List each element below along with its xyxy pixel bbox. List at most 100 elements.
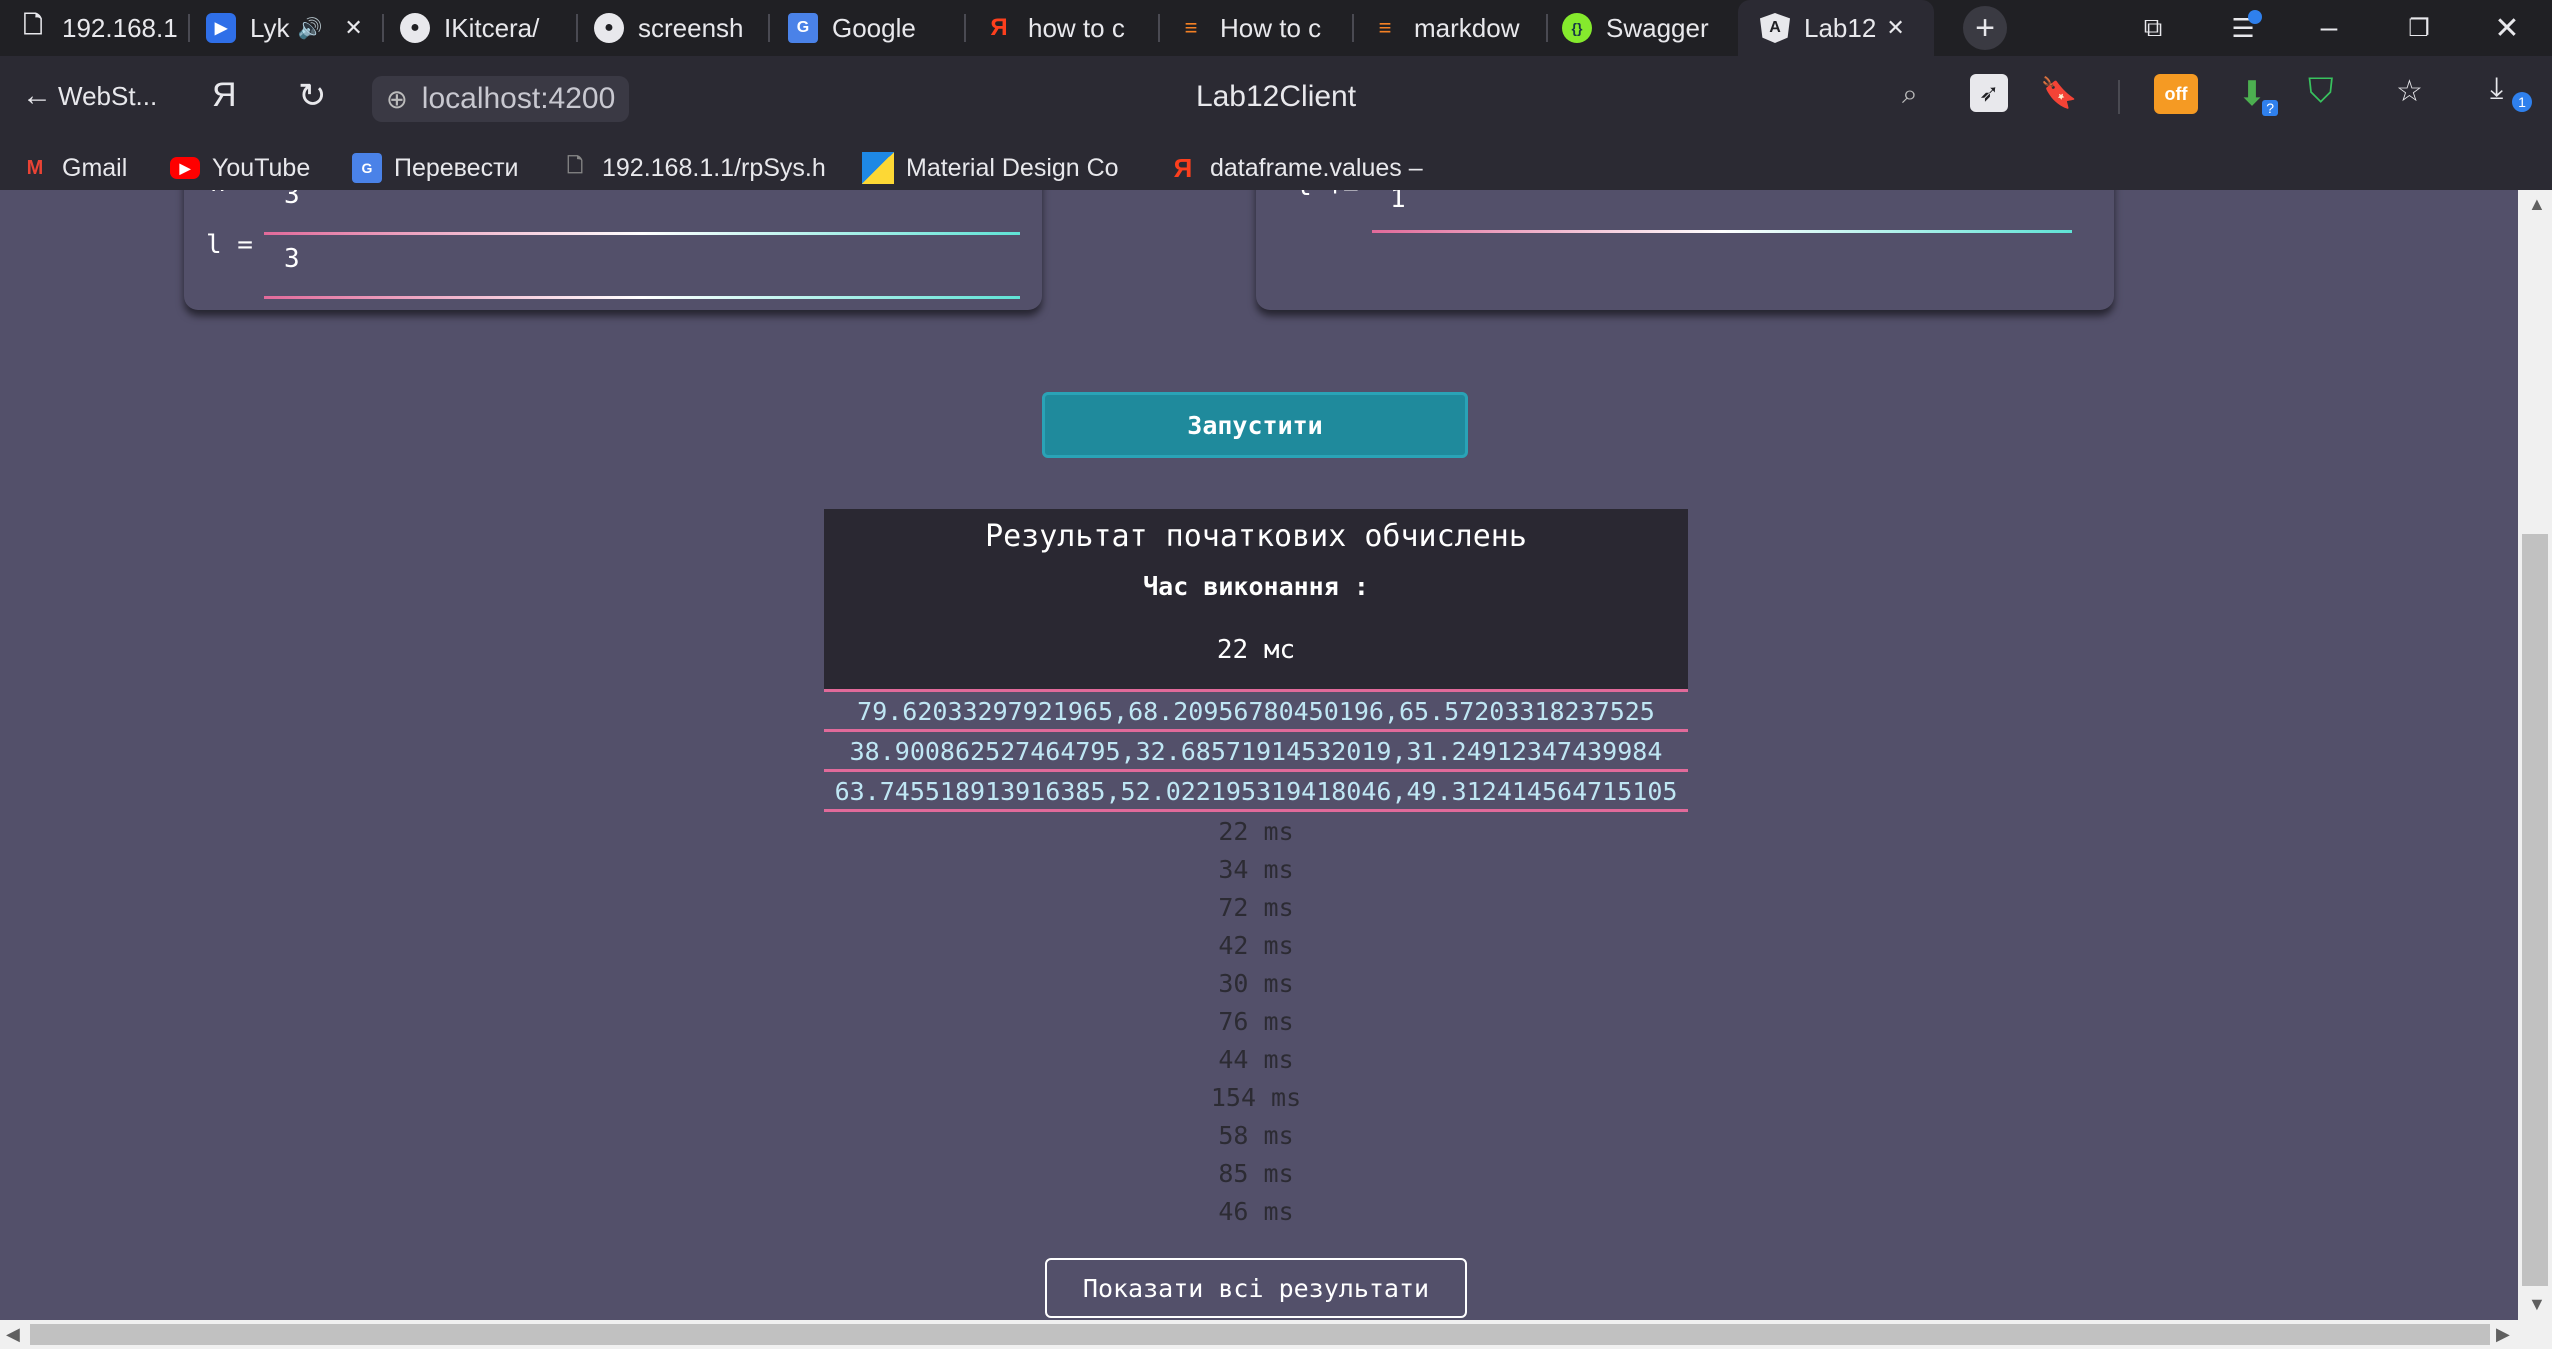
time-row: 72 ms	[1218, 893, 1294, 922]
browser-chrome: 🗋 192.168.1 ▶ Lyk 🔊 ✕ ● IKitcera/ ● scre…	[0, 0, 2552, 190]
field-value-n[interactable]: 3	[284, 190, 300, 210]
run-button[interactable]: Запустити	[1042, 392, 1468, 458]
scroll-up-icon[interactable]: ▲	[2528, 194, 2546, 215]
material-icon	[862, 152, 894, 184]
download-badge: 1	[2512, 92, 2532, 112]
field-value-l[interactable]: 3	[284, 244, 300, 274]
exec-time-value: 22 мс	[1216, 635, 1296, 665]
download-icon: ⤓	[2490, 72, 2504, 105]
stackoverflow-icon: ≡	[1184, 15, 1198, 40]
input-underline	[264, 232, 1020, 235]
result-header: Результат початкових обчислень Час викон…	[824, 509, 1688, 689]
tab-separator	[188, 14, 190, 42]
left-params-card: n 3 l = 3	[184, 190, 1042, 310]
input-underline	[1372, 230, 2072, 233]
extension-off-icon[interactable]: off	[2154, 74, 2198, 114]
bookmark-icon[interactable]: 🔖	[2040, 76, 2077, 111]
bookmark-label: Material Design Co	[906, 153, 1119, 182]
tab-192-168[interactable]: 🗋 192.168.1	[18, 0, 178, 56]
tab-bar: 🗋 192.168.1 ▶ Lyk 🔊 ✕ ● IKitcera/ ● scre…	[0, 0, 2552, 56]
close-icon[interactable]: ✕	[344, 15, 362, 41]
new-tab-button[interactable]: +	[1950, 0, 2020, 56]
vector-row: 38.900862527464795,32.68571914532019,31.…	[824, 732, 1688, 772]
swagger-icon: {}	[1562, 13, 1592, 43]
time-row: 76 ms	[1218, 1007, 1294, 1036]
horizontal-scrollbar[interactable]: ◀ ▶	[0, 1320, 2552, 1349]
tab-label: Lyk	[250, 12, 290, 43]
tab-label: screensh	[638, 12, 744, 43]
tab-lyk[interactable]: ▶ Lyk 🔊 ✕	[206, 0, 366, 56]
time-row: 44 ms	[1218, 1045, 1294, 1074]
tab-how-to-c[interactable]: Я how to c	[984, 0, 1144, 56]
horizontal-scroll-thumb[interactable]	[30, 1324, 2490, 1345]
github-icon: ●	[594, 13, 624, 43]
yandex-icon: Я	[990, 14, 1008, 41]
zoom-icon[interactable]: ⌕	[1902, 78, 1918, 111]
bookmark-label: Gmail	[62, 153, 128, 182]
tab-separator	[1158, 14, 1160, 42]
restore-icon[interactable]: ❐	[2384, 0, 2454, 56]
tab-separator	[576, 14, 578, 42]
close-icon[interactable]: ✕	[1886, 15, 1904, 41]
right-params-card: l += 1	[1256, 190, 2114, 310]
bookmark-translate[interactable]: G Перевести	[352, 146, 519, 190]
vertical-scrollbar[interactable]: ▲ ▼	[2518, 190, 2552, 1320]
field-value-l-plus[interactable]: 1	[1390, 190, 1406, 214]
time-row: 85 ms	[1218, 1159, 1294, 1188]
bookmark-label: dataframe.values –	[1210, 153, 1423, 182]
tab-label: 192.168.1	[62, 12, 178, 43]
tab-markdow[interactable]: ≡ markdow	[1370, 0, 1530, 56]
bookmark-label: Перевести	[394, 153, 519, 182]
gmail-icon: M	[26, 156, 44, 179]
page-viewport: n 3 l = 3 l += 1 Запустити Результат поч…	[0, 190, 2518, 1320]
shield-icon[interactable]: ⛉	[2308, 72, 2334, 111]
field-label-l-plus: l +=	[1296, 190, 1359, 202]
time-row: 22 ms	[1218, 817, 1294, 846]
bookmark-youtube[interactable]: ▶ YouTube	[170, 146, 310, 190]
toolbar-divider	[2118, 80, 2120, 114]
page-title-text: Lab12Client	[1195, 80, 1357, 113]
page-icon: 🗋	[23, 11, 43, 39]
bookmark-material[interactable]: Material Design Co	[862, 146, 1119, 190]
scroll-right-icon[interactable]: ▶	[2496, 1324, 2510, 1345]
tab-separator	[964, 14, 966, 42]
audio-icon[interactable]: 🔊	[298, 16, 323, 41]
youtube-icon: ▶	[170, 157, 200, 179]
favorites-icon[interactable]: ☆	[2396, 74, 2423, 109]
downloads-button[interactable]: ⤓ 1	[2490, 72, 2532, 112]
tab-label: Lab12	[1804, 12, 1877, 43]
translate-icon: G	[788, 13, 818, 43]
close-window-icon[interactable]: ✕	[2472, 0, 2542, 56]
show-all-results-button[interactable]: Показати всі результати	[1045, 1258, 1467, 1318]
rocket-icon[interactable]: ➶	[1970, 74, 2008, 112]
scroll-down-icon[interactable]: ▼	[2528, 1294, 2546, 1315]
vertical-scroll-thumb[interactable]	[2522, 534, 2548, 1286]
tab-separator	[768, 14, 770, 42]
field-label-l: l =	[206, 230, 253, 260]
tab-how-to-c-so[interactable]: ≡ How to c	[1176, 0, 1336, 56]
tab-ikitcera[interactable]: ● IKitcera/	[400, 0, 560, 56]
bookmark-label: YouTube	[212, 153, 311, 182]
tab-label: IKitcera/	[444, 12, 540, 43]
collections-icon[interactable]: ⧉	[2118, 0, 2188, 56]
off-badge: off	[2164, 83, 2188, 104]
menu-icon[interactable]: ☰	[2208, 0, 2278, 56]
tab-google[interactable]: G Google	[788, 0, 948, 56]
nav-bar: ← WebSt... Я ↻ ⊕ localhost:4200 Lab12Cli…	[0, 56, 2552, 146]
time-row: 58 ms	[1218, 1121, 1294, 1150]
tab-screensh[interactable]: ● screensh	[594, 0, 744, 56]
time-row: 42 ms	[1218, 931, 1294, 960]
yandex-icon: Я	[1173, 152, 1193, 183]
bookmark-gmail[interactable]: M Gmail	[20, 146, 128, 190]
bookmark-dataframe[interactable]: Я dataframe.values –	[1168, 146, 1423, 190]
bookmark-rpsys[interactable]: 🗋 192.168.1.1/rpSys.h	[560, 146, 826, 190]
tab-label: how to c	[1028, 12, 1125, 43]
download-helper-icon[interactable]: ⬇ ?	[2230, 74, 2278, 116]
tab-lab12[interactable]: A Lab12 ✕	[1738, 0, 1934, 56]
scroll-left-icon[interactable]: ◀	[6, 1324, 20, 1345]
minimize-icon[interactable]: –	[2294, 0, 2364, 56]
tab-swagger[interactable]: {} Swagger	[1562, 0, 1722, 56]
plus-icon: +	[1963, 6, 2007, 50]
tab-label: Google	[832, 12, 916, 43]
time-row: 30 ms	[1218, 969, 1294, 998]
